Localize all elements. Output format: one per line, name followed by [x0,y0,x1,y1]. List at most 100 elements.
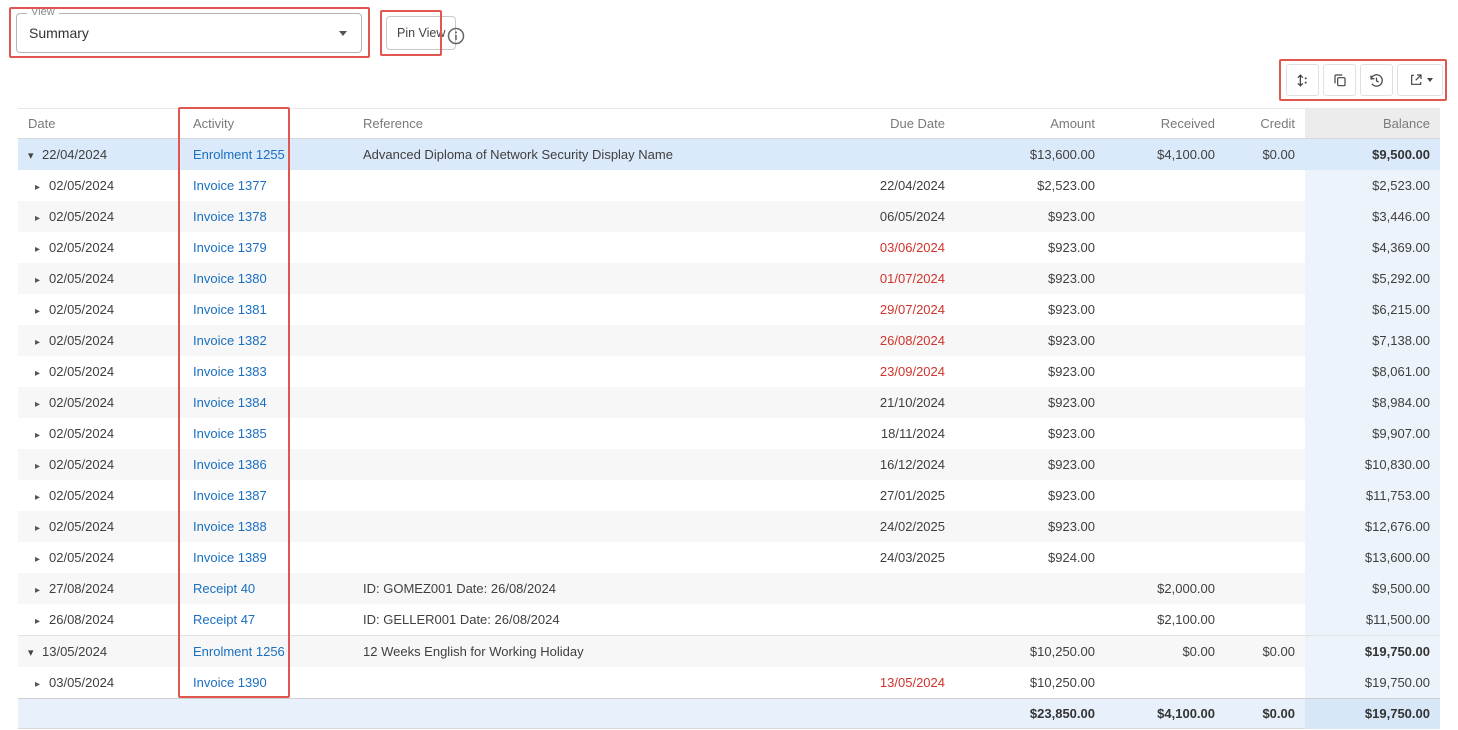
column-header-credit[interactable]: Credit [1225,109,1305,138]
row-date: 02/05/2024 [49,550,114,565]
footer-total-received: $4,100.00 [1105,699,1225,729]
column-header-activity[interactable]: Activity [183,109,353,138]
expand-caret-icon[interactable]: ▸ [35,358,49,387]
copy-icon [1332,72,1348,88]
received-cell [1105,449,1225,480]
table-body: ▾22/04/2024Enrolment 1255Advanced Diplom… [18,139,1440,698]
column-header-date[interactable]: Date [18,109,183,138]
activity-cell: Invoice 1389 [183,542,353,573]
credit-cell [1225,201,1305,232]
activity-link[interactable]: Invoice 1380 [193,271,267,286]
received-cell: $2,100.00 [1105,604,1225,635]
activity-link[interactable]: Invoice 1378 [193,209,267,224]
table-row[interactable]: ▸02/05/2024Invoice 138226/08/2024$923.00… [18,325,1440,356]
expand-caret-icon[interactable]: ▸ [35,606,49,635]
table-row[interactable]: ▸02/05/2024Invoice 137903/06/2024$923.00… [18,232,1440,263]
table-row[interactable]: ▸02/05/2024Invoice 137722/04/2024$2,523.… [18,170,1440,201]
activity-cell: Invoice 1390 [183,667,353,698]
expand-caret-icon[interactable]: ▸ [35,544,49,573]
row-date: 02/05/2024 [49,426,114,441]
balance-cell: $8,984.00 [1305,387,1440,418]
view-select[interactable]: View Summary [16,13,362,53]
column-header-due_date[interactable]: Due Date [815,109,955,138]
activity-cell: Receipt 47 [183,604,353,635]
expand-caret-icon[interactable]: ▸ [35,389,49,418]
amount-cell: $923.00 [955,387,1105,418]
expand-caret-icon[interactable]: ▸ [35,172,49,201]
balance-cell: $13,600.00 [1305,542,1440,573]
table-row[interactable]: ▸02/05/2024Invoice 138323/09/2024$923.00… [18,356,1440,387]
table-row[interactable]: ▸02/05/2024Invoice 138727/01/2025$923.00… [18,480,1440,511]
table-row[interactable]: ▾13/05/2024Enrolment 125612 Weeks Englis… [18,635,1440,667]
collapse-caret-icon[interactable]: ▾ [28,141,42,170]
activity-link[interactable]: Enrolment 1255 [193,147,285,162]
row-height-button[interactable] [1286,64,1319,96]
activity-link[interactable]: Invoice 1389 [193,550,267,565]
activity-link[interactable]: Invoice 1384 [193,395,267,410]
table-row[interactable]: ▾22/04/2024Enrolment 1255Advanced Diplom… [18,139,1440,170]
table-row[interactable]: ▸26/08/2024Receipt 47ID: GELLER001 Date:… [18,604,1440,635]
column-header-balance[interactable]: Balance [1305,109,1440,138]
expand-caret-icon[interactable]: ▸ [35,296,49,325]
table-row[interactable]: ▸02/05/2024Invoice 138616/12/2024$923.00… [18,449,1440,480]
activity-link[interactable]: Invoice 1390 [193,675,267,690]
expand-caret-icon[interactable]: ▸ [35,482,49,511]
due-date-cell: 27/01/2025 [815,480,955,511]
expand-caret-icon[interactable]: ▸ [35,451,49,480]
received-cell [1105,325,1225,356]
pin-view-button[interactable]: Pin View [386,16,456,50]
table-row[interactable]: ▸02/05/2024Invoice 137806/05/2024$923.00… [18,201,1440,232]
activity-link[interactable]: Invoice 1379 [193,240,267,255]
date-cell: ▸02/05/2024 [18,511,183,542]
export-button[interactable] [1397,64,1443,96]
expand-caret-icon[interactable]: ▸ [35,203,49,232]
row-date: 02/05/2024 [49,457,114,472]
expand-caret-icon[interactable]: ▸ [35,265,49,294]
column-header-reference[interactable]: Reference [353,109,815,138]
balance-cell: $3,446.00 [1305,201,1440,232]
credit-cell [1225,263,1305,294]
expand-caret-icon[interactable]: ▸ [35,420,49,449]
activity-link[interactable]: Invoice 1382 [193,333,267,348]
activity-link[interactable]: Invoice 1381 [193,302,267,317]
balance-cell: $9,500.00 [1305,573,1440,604]
activity-cell: Invoice 1378 [183,201,353,232]
reference-cell: ID: GOMEZ001 Date: 26/08/2024 [353,573,815,604]
table-row[interactable]: ▸02/05/2024Invoice 138001/07/2024$923.00… [18,263,1440,294]
date-cell: ▸02/05/2024 [18,201,183,232]
table-row[interactable]: ▸02/05/2024Invoice 138518/11/2024$923.00… [18,418,1440,449]
activity-link[interactable]: Invoice 1387 [193,488,267,503]
expand-caret-icon[interactable]: ▸ [35,669,49,698]
balance-cell: $12,676.00 [1305,511,1440,542]
received-cell [1105,170,1225,201]
table-row[interactable]: ▸02/05/2024Invoice 138924/03/2025$924.00… [18,542,1440,573]
collapse-caret-icon[interactable]: ▾ [28,638,42,667]
due-date-cell: 24/02/2025 [815,511,955,542]
table-row[interactable]: ▸02/05/2024Invoice 138824/02/2025$923.00… [18,511,1440,542]
table-row[interactable]: ▸02/05/2024Invoice 138129/07/2024$923.00… [18,294,1440,325]
table-row[interactable]: ▸03/05/2024Invoice 139013/05/2024$10,250… [18,667,1440,698]
expand-caret-icon[interactable]: ▸ [35,575,49,604]
amount-cell: $923.00 [955,232,1105,263]
copy-button[interactable] [1323,64,1356,96]
activity-link[interactable]: Invoice 1386 [193,457,267,472]
column-header-amount[interactable]: Amount [955,109,1105,138]
activity-link[interactable]: Receipt 40 [193,581,255,596]
activity-link[interactable]: Invoice 1377 [193,178,267,193]
info-icon[interactable] [447,27,465,45]
expand-caret-icon[interactable]: ▸ [35,234,49,263]
due-date-cell: 22/04/2024 [815,170,955,201]
history-button[interactable] [1360,64,1393,96]
expand-caret-icon[interactable]: ▸ [35,327,49,356]
expand-caret-icon[interactable]: ▸ [35,513,49,542]
received-cell [1105,294,1225,325]
date-cell: ▸02/05/2024 [18,387,183,418]
table-row[interactable]: ▸27/08/2024Receipt 40ID: GOMEZ001 Date: … [18,573,1440,604]
activity-link[interactable]: Invoice 1383 [193,364,267,379]
activity-link[interactable]: Invoice 1388 [193,519,267,534]
table-row[interactable]: ▸02/05/2024Invoice 138421/10/2024$923.00… [18,387,1440,418]
activity-link[interactable]: Enrolment 1256 [193,644,285,659]
column-header-received[interactable]: Received [1105,109,1225,138]
activity-link[interactable]: Invoice 1385 [193,426,267,441]
activity-link[interactable]: Receipt 47 [193,612,255,627]
